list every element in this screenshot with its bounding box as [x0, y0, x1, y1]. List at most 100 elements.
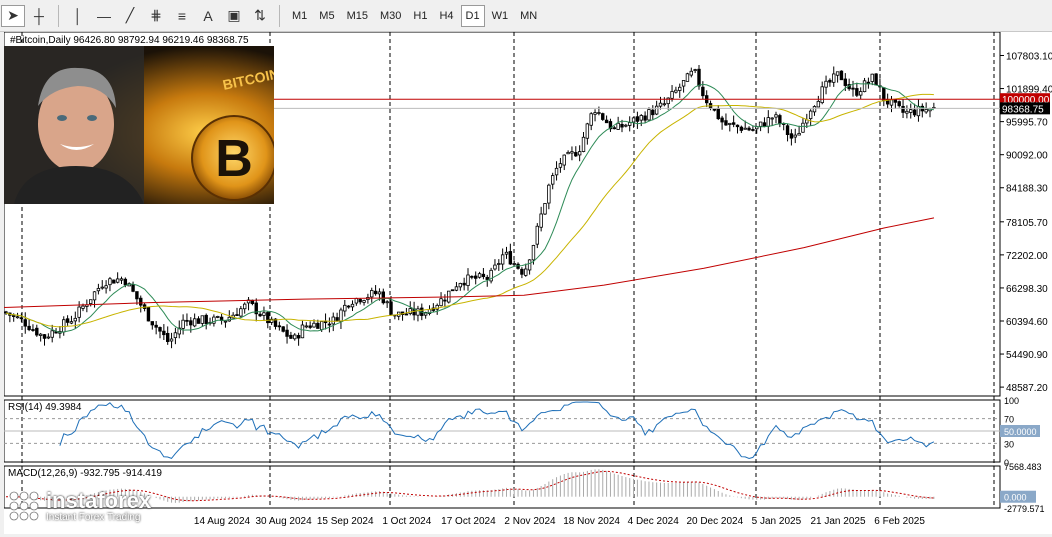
time-axis-label: 2 Nov 2024 — [504, 516, 556, 527]
timeframe-m15-button[interactable]: M15 — [342, 5, 373, 27]
candle-body — [235, 314, 239, 316]
candle-body — [728, 122, 732, 125]
macd-tick-label: 0.000 — [1004, 493, 1027, 503]
macd-label: MACD(12,26,9) -932.795 -914.419 — [8, 468, 162, 479]
vertical-line-icon[interactable]: │ — [66, 5, 90, 27]
candle-body — [527, 259, 532, 271]
timeframe-h1-button[interactable]: H1 — [408, 5, 432, 27]
time-axis-label: 21 Jan 2025 — [810, 516, 865, 527]
candle-body — [42, 334, 47, 339]
candle-body — [181, 319, 185, 329]
candle-body — [639, 115, 643, 121]
timeframe-w1-button[interactable]: W1 — [487, 5, 514, 27]
candle-body — [258, 313, 262, 317]
candle-body — [343, 304, 347, 312]
price-tick-label: 48587.20 — [1006, 383, 1048, 394]
candle-body — [500, 254, 505, 265]
candle-body — [601, 113, 605, 120]
candle-body — [824, 80, 828, 88]
candle-body — [628, 122, 632, 126]
candle-body — [65, 318, 70, 323]
candle-body — [597, 112, 601, 114]
candle-body — [327, 323, 332, 326]
time-axis-label: 30 Aug 2024 — [256, 516, 313, 527]
candle-body — [381, 291, 385, 304]
horizontal-line-icon[interactable]: — — [92, 5, 116, 27]
cursor-icon[interactable]: ➤ — [1, 4, 25, 27]
trendline-icon[interactable]: ╱ — [118, 5, 142, 27]
candle-body — [604, 119, 609, 124]
candle-body — [335, 317, 339, 322]
candle-body — [312, 322, 316, 328]
candle-body — [38, 333, 43, 336]
candle-body — [731, 122, 736, 125]
candle-body — [485, 276, 489, 280]
rsi-label: RSI(14) 49.3984 — [8, 402, 82, 413]
candle-body — [631, 117, 636, 123]
candle-body — [404, 313, 409, 316]
candle-body — [735, 124, 740, 128]
candle-body — [789, 133, 794, 139]
candle-body — [266, 312, 270, 324]
candle-body — [96, 288, 101, 292]
candle-body — [370, 290, 374, 298]
candle-body — [816, 100, 821, 108]
candle-body — [262, 312, 266, 316]
candle-body — [454, 286, 459, 291]
candle-body — [165, 332, 170, 342]
candle-body — [835, 71, 840, 76]
chart-header: #Bitcoin,Daily 96426.80 98792.94 96219.4… — [10, 35, 249, 46]
candle-body — [146, 307, 151, 322]
candle-body — [285, 329, 289, 337]
timeframe-m5-button[interactable]: M5 — [314, 5, 339, 27]
candle-body — [308, 325, 312, 328]
candle-body — [612, 127, 616, 130]
candle-body — [554, 167, 559, 176]
candle-body — [373, 290, 378, 295]
candle-body — [670, 91, 674, 99]
candle-body — [173, 332, 178, 339]
timeframe-m30-button[interactable]: M30 — [375, 5, 406, 27]
candle-body — [300, 324, 305, 339]
candle-body — [331, 316, 335, 325]
timeframe-d1-button[interactable]: D1 — [460, 4, 485, 27]
toolbar-separator — [279, 4, 280, 27]
text-label-icon[interactable]: ▣ — [222, 5, 246, 27]
candle-body — [473, 275, 478, 279]
candle-body — [716, 108, 720, 120]
candle-body — [535, 225, 539, 245]
channel-icon[interactable]: ≡ — [170, 5, 194, 27]
candle-body — [924, 109, 928, 113]
candle-body — [616, 122, 620, 130]
candle-body — [69, 321, 74, 324]
candle-body — [15, 316, 20, 319]
candle-body — [859, 91, 863, 96]
candle-body — [712, 108, 717, 111]
candle-body — [524, 268, 528, 276]
text-icon[interactable]: A — [196, 5, 220, 27]
timeframe-h4-button[interactable]: H4 — [434, 5, 458, 27]
arrows-icon[interactable]: ⇅ — [248, 5, 272, 27]
candle-body — [797, 133, 801, 136]
timeframe-mn-button[interactable]: MN — [515, 5, 542, 27]
current-price-label: 98368.75 — [1002, 104, 1044, 115]
candle-body — [19, 317, 24, 320]
candle-body — [389, 301, 393, 315]
candle-body — [593, 112, 597, 115]
timeframe-m1-button[interactable]: M1 — [287, 5, 312, 27]
candle-body — [751, 129, 755, 131]
candle-body — [92, 291, 97, 301]
candle-body — [239, 308, 243, 317]
candle-body — [774, 114, 778, 118]
candle-body — [531, 245, 536, 261]
candle-body — [493, 264, 497, 270]
rsi-line — [59, 401, 935, 460]
candle-body — [354, 298, 359, 304]
toolbar: ➤ ┼ │ — ╱ ⋕ ≡ A ▣ ⇅ M1 M5 M15 M30 H1 H4 D1 W1 MN — [0, 0, 1052, 32]
candle-body — [477, 273, 482, 278]
crosshair-icon[interactable]: ┼ — [27, 5, 51, 27]
candle-body — [304, 325, 308, 328]
candle-body — [23, 319, 27, 327]
candle-body — [893, 99, 898, 103]
fibonacci-icon[interactable]: ⋕ — [144, 5, 168, 27]
